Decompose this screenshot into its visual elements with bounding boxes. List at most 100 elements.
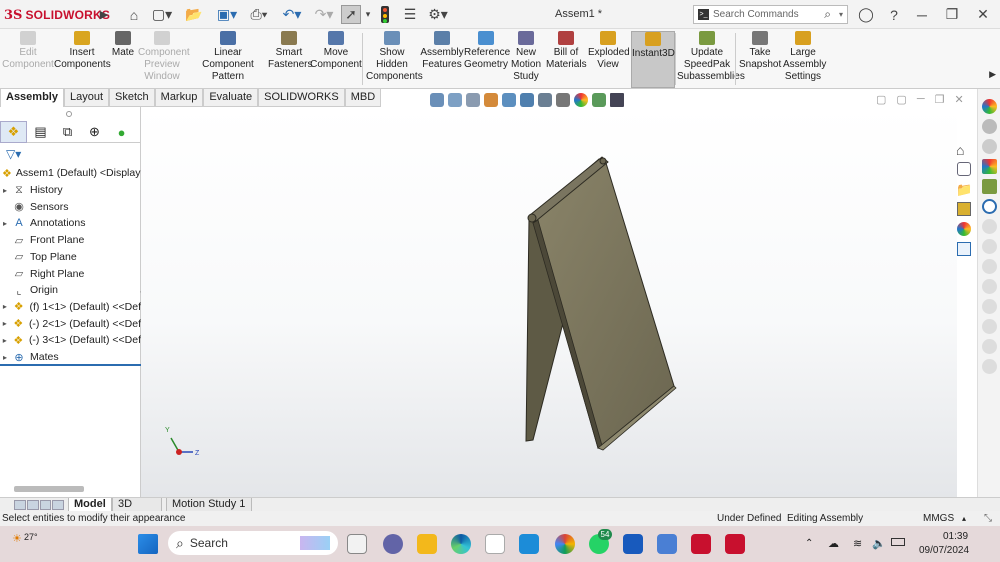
expand-arrow-icon[interactable]: ▸ [0, 302, 10, 311]
tree-item-history[interactable]: ▸ ⧖ History [0, 182, 141, 198]
undo-icon[interactable]: ↶▾ [280, 5, 304, 24]
pane-grip-icon[interactable] [66, 111, 72, 117]
tree-item-3-1-default-def[interactable]: ▸ ❖ (-) 3<1> (Default) <<Def [0, 332, 141, 348]
rebuild-icon[interactable] [381, 6, 389, 23]
units-dropdown-icon[interactable]: ▴ [962, 511, 966, 526]
redo-icon[interactable]: ↷▾ [312, 5, 336, 24]
start-icon[interactable] [138, 534, 158, 554]
pane-tool-3-icon[interactable] [982, 259, 997, 274]
cmd-scroll-arrow-icon[interactable]: ▶ [989, 69, 996, 80]
file-properties-icon[interactable]: ☰ [401, 5, 419, 24]
cmd-motion-study-button[interactable]: New Motion Study [510, 31, 542, 83]
hide-show-items-icon[interactable] [556, 93, 570, 107]
link-view-icon[interactable]: ▢ [896, 93, 906, 106]
tab-assembly[interactable]: Assembly [0, 89, 64, 107]
expand-arrow-icon[interactable]: ▸ [0, 353, 10, 362]
design-library-icon[interactable] [957, 202, 971, 216]
bottom-tab-model[interactable]: Model [68, 498, 112, 512]
bottom-tab-3d-views[interactable]: 3D Views [112, 498, 162, 523]
cmd-preview-window-button[interactable]: Component Preview Window [138, 31, 190, 83]
wifi-icon[interactable]: ≋ [853, 537, 862, 550]
help-icon[interactable]: ? [886, 5, 902, 24]
cmd-mate-button[interactable]: Mate [110, 31, 136, 59]
tree-item-2-1-default-def[interactable]: ▸ ❖ (-) 2<1> (Default) <<Def [0, 316, 141, 332]
tab-sketch[interactable]: Sketch [109, 89, 155, 107]
close-icon[interactable]: ✕ [975, 5, 991, 24]
clock-time[interactable]: 01:39 [943, 531, 968, 542]
edge-icon[interactable] [451, 534, 471, 554]
file-explorer-icon[interactable] [417, 534, 437, 554]
expand-arrow-icon[interactable]: ▸ [0, 219, 10, 228]
tree-item-f-1-1-default-def[interactable]: ▸ ❖ (f) 1<1> (Default) <<Def [0, 299, 141, 315]
search-commands-box[interactable]: >_ Search Commands ⌕ ▾ [693, 5, 848, 24]
myasus-icon[interactable] [519, 534, 539, 554]
tree-item-annotations[interactable]: ▸ A Annotations [0, 215, 141, 231]
zoom-to-fit-icon[interactable] [430, 93, 444, 107]
open-folder-icon[interactable]: 📁 [956, 182, 972, 198]
volume-icon[interactable]: 🔈 [872, 537, 886, 550]
bottom-tab-motion-study-1[interactable]: Motion Study 1 [166, 498, 252, 512]
options-gear-icon[interactable]: ⚙▾ [425, 5, 451, 24]
search-dropdown-icon[interactable]: ▾ [835, 10, 847, 19]
print-icon[interactable]: ⎙▾ [246, 5, 272, 24]
appearances-icon[interactable] [957, 222, 971, 236]
cmd-snapshot-button[interactable]: Take Snapshot [739, 31, 781, 71]
minimize-icon[interactable]: ─ [914, 5, 930, 24]
pane-tool-2-icon[interactable] [982, 239, 997, 254]
weather-temp[interactable]: 27° [24, 532, 38, 542]
select-dropdown-icon[interactable]: ▾ [364, 5, 372, 24]
display-manager-tab-icon[interactable]: ● [108, 121, 135, 143]
pane-tool-6-icon[interactable] [982, 319, 997, 334]
split-view-icon[interactable]: ▢ [876, 93, 886, 106]
restore-icon[interactable]: ❐ [944, 5, 960, 24]
tab-markup[interactable]: Markup [154, 89, 204, 107]
solidworks-icon[interactable] [725, 534, 745, 554]
tree-item-top-plane[interactable]: ▱ Top Plane [0, 249, 141, 265]
cmd-bom-button[interactable]: Bill of Materials [546, 31, 587, 71]
menu-arrow-icon[interactable]: ▶ [98, 5, 110, 24]
tree-root-assembly[interactable]: ❖ Assem1 (Default) <Display St [0, 165, 141, 181]
cmd-linear-pattern-button[interactable]: Linear Component Pattern [188, 31, 268, 83]
property-manager-tab-icon[interactable]: ▤ [27, 121, 54, 143]
show-hidden-icons-icon[interactable]: ⌃ [805, 538, 813, 549]
cmd-insert-components-button[interactable]: Insert Components [54, 31, 111, 71]
cmd-large-assembly-button[interactable]: Large Assembly Settings [783, 31, 826, 83]
cmd-edit-component-button[interactable]: Edit Component [2, 31, 54, 71]
file-explorer-pane-icon[interactable] [982, 139, 997, 154]
resize-grip-icon[interactable]: ⤡ [984, 511, 992, 526]
configuration-manager-tab-icon[interactable]: ⧉ [54, 121, 81, 143]
home-icon[interactable]: ⌂ [125, 5, 143, 24]
dynamic-annotation-icon[interactable] [502, 93, 516, 107]
view-orientation-icon[interactable] [520, 93, 534, 107]
task-view-icon[interactable] [347, 534, 367, 554]
solidworks-2023-icon[interactable] [691, 534, 711, 554]
expand-arrow-icon[interactable]: ▸ [0, 319, 10, 328]
filter-icon[interactable]: ▽▾ [6, 147, 21, 161]
edit-appearance-icon[interactable] [574, 93, 588, 107]
pane-tool-5-icon[interactable] [982, 299, 997, 314]
units-selector[interactable]: MMGS [923, 511, 954, 526]
tab-evaluate[interactable]: Evaluate [203, 89, 259, 107]
select-icon[interactable]: ➚ [341, 5, 361, 24]
store-icon[interactable] [485, 534, 505, 554]
custom-properties-pane-icon[interactable] [982, 179, 997, 194]
chrome-icon[interactable] [555, 534, 575, 554]
pane-tool-4-icon[interactable] [982, 279, 997, 294]
teams-icon[interactable] [383, 534, 403, 554]
tree-item-sensors[interactable]: ◉ Sensors [0, 199, 141, 215]
cmd-speedpak-button[interactable]: Update SpeedPak Subassemblies [677, 31, 745, 83]
dimxpert-tab-icon[interactable]: ⊕ [81, 121, 108, 143]
battery-icon[interactable] [891, 538, 905, 546]
viewport-minimize-icon[interactable]: ─ [917, 93, 925, 106]
onedrive-icon[interactable]: ☁ [828, 537, 839, 550]
assembly-model-view[interactable]: Y Z [141, 107, 957, 497]
viewport-restore-icon[interactable]: ❐ [935, 93, 945, 106]
solidworks-forum-icon[interactable] [982, 199, 997, 214]
photos-icon[interactable] [657, 534, 677, 554]
tree-item-right-plane[interactable]: ▱ Right Plane [0, 266, 141, 282]
home-view-icon[interactable]: ⌂ [956, 142, 964, 158]
pane-tool-8-icon[interactable] [982, 359, 997, 374]
expand-arrow-icon[interactable]: ▸ [0, 186, 10, 195]
cmd-exploded-view-button[interactable]: Exploded View [588, 31, 630, 71]
open-icon[interactable]: 📂 [181, 5, 207, 24]
